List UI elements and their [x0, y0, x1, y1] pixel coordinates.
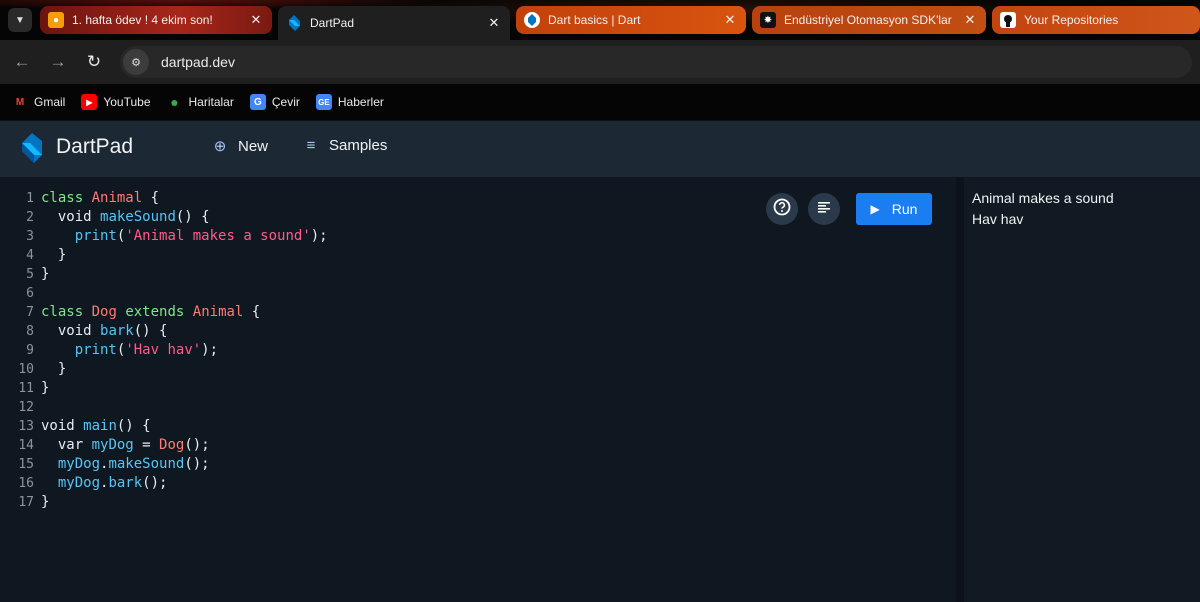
samples-label: Samples	[329, 137, 388, 154]
translate-icon: G	[249, 94, 266, 110]
reload-icon[interactable]: ↻	[84, 52, 104, 72]
browser-tab-2-active[interactable]: DartPad ✕	[278, 6, 510, 40]
bookmark-label: Haritalar	[188, 95, 234, 109]
github-icon	[1000, 12, 1016, 28]
site-settings-icon[interactable]: ⚙	[123, 49, 149, 75]
browser-tab-1[interactable]: ● 1. hafta ödev ! 4 ekim son! ✕	[40, 6, 272, 34]
format-button[interactable]	[808, 193, 840, 225]
chatgpt-icon: ✸	[760, 12, 776, 28]
bookmark-maps[interactable]: ● Haritalar	[167, 94, 234, 110]
bookmark-youtube[interactable]: ▶ YouTube	[81, 94, 151, 110]
bookmark-gmail[interactable]: M Gmail	[12, 94, 66, 110]
line-number: 2	[26, 210, 34, 225]
line-number: 14	[18, 438, 34, 453]
line-number: 16	[18, 476, 34, 491]
line-number: 4	[26, 248, 34, 263]
line-number: 6	[26, 286, 34, 301]
back-arrow-icon[interactable]: ←	[12, 52, 32, 72]
playlist-add-icon: ≡	[306, 137, 316, 154]
line-number: 7	[26, 305, 34, 320]
news-icon: GE	[315, 94, 332, 110]
browser-toolbar: ← → ↻ ⚙ dartpad.dev	[0, 40, 1200, 84]
bookmark-label: Gmail	[34, 95, 66, 109]
close-icon[interactable]: ✕	[486, 15, 502, 31]
output-line: Hav hav	[972, 211, 1024, 227]
line-number: 11	[18, 381, 34, 396]
bookmark-label: Haberler	[337, 95, 384, 109]
tab-title: 1. hafta ödev ! 4 ekim son!	[72, 13, 213, 27]
line-number: 5	[26, 267, 34, 282]
line-number: 3	[26, 229, 34, 244]
code-lines[interactable]: 1 class Animal { 2 void makeSound() { 3 p…	[0, 189, 327, 512]
browser-tab-5[interactable]: Your Repositories	[992, 6, 1200, 34]
dart-logo-icon	[16, 133, 48, 165]
classroom-icon: ●	[48, 12, 64, 28]
tab-title: DartPad	[310, 16, 355, 30]
tab-title: Endüstriyel Otomasyon SDK'lar	[784, 13, 952, 27]
line-number: 15	[18, 457, 34, 472]
samples-button[interactable]: ≡ Samples	[302, 137, 388, 154]
close-icon[interactable]: ✕	[962, 12, 978, 28]
address-bar[interactable]: ⚙ dartpad.dev	[120, 46, 1192, 78]
line-number: 1	[26, 191, 34, 206]
line-number: 8	[26, 324, 34, 339]
bookmark-news[interactable]: GE Haberler	[315, 94, 384, 110]
line-number: 12	[18, 400, 34, 415]
gmail-icon: M	[15, 96, 25, 108]
line-number: 13	[18, 419, 34, 434]
new-button[interactable]: ⊕ New	[211, 137, 269, 156]
tab-title: Dart basics | Dart	[548, 13, 641, 27]
tab-strip: ▼ ● 1. hafta ödev ! 4 ekim son! ✕ DartPa…	[0, 0, 1200, 40]
line-number: 10	[18, 362, 34, 377]
format-align-left-icon	[817, 200, 831, 218]
help-icon	[773, 198, 791, 220]
youtube-icon: ▶	[81, 94, 98, 110]
close-icon[interactable]: ✕	[722, 12, 738, 28]
line-number: 17	[18, 495, 34, 510]
line-number: 9	[26, 343, 34, 358]
panel-divider[interactable]	[956, 177, 964, 602]
forward-arrow-icon[interactable]: →	[48, 52, 68, 72]
bookmarks-bar: M Gmail ▶ YouTube ● Haritalar G Çevir GE…	[0, 84, 1200, 120]
browser-tab-3[interactable]: Dart basics | Dart ✕	[516, 6, 746, 34]
app-title: DartPad	[56, 135, 134, 158]
tab-search-button[interactable]: ▼	[8, 8, 32, 32]
url-text[interactable]: dartpad.dev	[161, 54, 235, 70]
app-header: DartPad ⊕ New ≡ Samples	[0, 121, 1200, 177]
tab-title: Your Repositories	[1024, 13, 1119, 27]
play-icon: ▶	[870, 202, 880, 216]
chevron-down-icon: ▼	[15, 14, 25, 26]
browser-tab-4[interactable]: ✸ Endüstriyel Otomasyon SDK'lar ✕	[752, 6, 986, 34]
dart-icon	[286, 15, 302, 31]
run-button[interactable]: ▶ Run	[856, 193, 932, 225]
new-label: New	[238, 137, 269, 155]
run-label: Run	[891, 201, 918, 217]
dart-icon	[524, 12, 540, 28]
close-icon[interactable]: ✕	[248, 12, 264, 28]
bookmark-label: YouTube	[103, 95, 151, 109]
code-editor[interactable]: 1 class Animal { 2 void makeSound() { 3 p…	[0, 177, 956, 602]
console-output: Animal makes a sound Hav hav	[964, 177, 1200, 602]
bookmark-translate[interactable]: G Çevir	[249, 94, 300, 110]
output-line: Animal makes a sound	[972, 190, 1114, 206]
help-button[interactable]	[766, 193, 798, 225]
maps-icon: ●	[170, 94, 179, 110]
bookmark-label: Çevir	[271, 95, 300, 109]
add-circle-icon: ⊕	[213, 138, 227, 155]
